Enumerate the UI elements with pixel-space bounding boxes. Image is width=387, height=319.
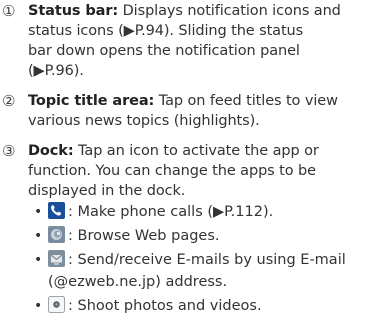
browser-icon <box>48 226 66 243</box>
status-bar-description: Status bar: Displays notification icons … <box>28 3 341 79</box>
topic-title-description: Topic title area: Tap on feed titles to … <box>28 93 338 129</box>
email-icon <box>48 250 66 267</box>
camera-icon <box>48 296 66 313</box>
term-topic-title: Topic title area: <box>28 93 155 109</box>
item-number-1: ① <box>2 2 16 20</box>
term-dock: Dock: <box>28 143 74 159</box>
list-item: •: Make phone calls (▶P.112). <box>34 202 274 220</box>
item-number-3: ③ <box>2 142 16 160</box>
manual-page: ① Status bar: Displays notification icon… <box>0 0 387 315</box>
dock-bullet-list: •: Make phone calls (▶P.112). •: Browse … <box>34 201 386 319</box>
phone-icon <box>48 202 66 219</box>
list-item: •: Send/receive E-mails by using E-mail … <box>34 250 346 290</box>
item-number-2: ② <box>2 92 16 110</box>
list-item: •: Browse Web pages. <box>34 226 220 244</box>
dock-description: Dock: Tap an icon to activate the app or… <box>28 143 319 199</box>
term-status-bar: Status bar: <box>28 3 119 19</box>
list-item: •: Shoot photos and videos. <box>34 296 262 314</box>
